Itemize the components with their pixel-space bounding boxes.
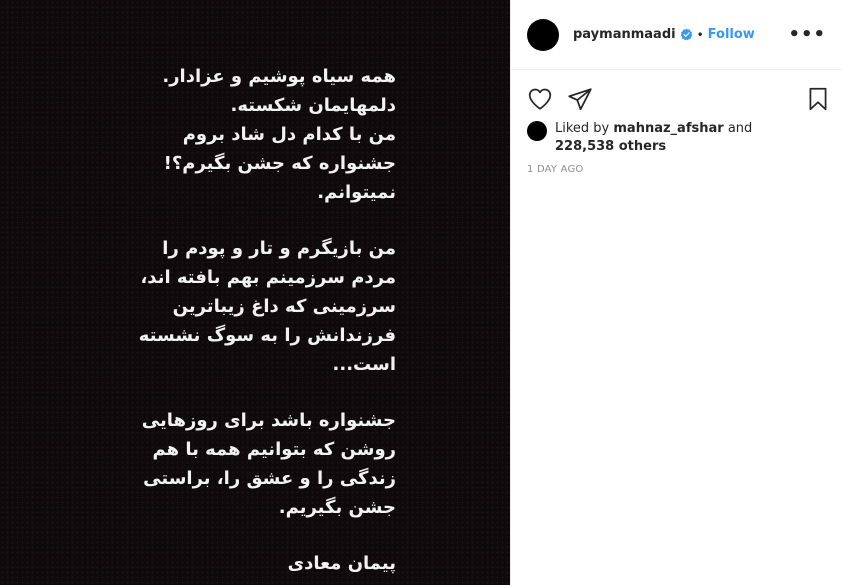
follow-button[interactable]: Follow bbox=[708, 27, 755, 42]
poem-stanza: جشنواره باشد برای روزهایی روشن که بتوانی… bbox=[126, 406, 396, 522]
poem-line: دلمهایمان شکسته. bbox=[230, 95, 396, 116]
more-options-icon[interactable]: ••• bbox=[788, 24, 826, 45]
liked-by-prefix: Liked by bbox=[555, 121, 610, 136]
liked-by-user-link[interactable]: mahnaz_afshar bbox=[613, 121, 723, 136]
poem-line: مردم سرزمینم بهم بافته اند، bbox=[140, 267, 396, 288]
liker-avatar[interactable] bbox=[527, 121, 547, 141]
instagram-post: همه سیاه پوشیم و عزادار. دلمهایمان شکسته… bbox=[0, 0, 842, 585]
verified-badge-icon bbox=[680, 28, 692, 41]
poem-line: من با کدام دل شاد بروم bbox=[182, 124, 396, 145]
likes-count-link[interactable]: 228,538 others bbox=[555, 139, 666, 154]
heart-icon[interactable] bbox=[527, 86, 553, 112]
separator-dot: • bbox=[696, 27, 704, 42]
likes-summary: Liked by mahnaz_afshar and 228,538 other… bbox=[511, 120, 842, 156]
poem-stanza: همه سیاه پوشیم و عزادار. دلمهایمان شکسته… bbox=[126, 62, 396, 207]
action-bar bbox=[511, 70, 842, 120]
post-sidebar: paymanmaadi • Follow ••• Liked by mahnaz… bbox=[510, 0, 842, 585]
poem-line: سرزمینی که داغ زیباترین bbox=[172, 296, 396, 317]
poem-line: جشن بگیریم. bbox=[278, 497, 396, 518]
poem-stanza: من بازیگرم و تار و پودم را مردم سرزمینم … bbox=[126, 234, 396, 379]
post-image[interactable]: همه سیاه پوشیم و عزادار. دلمهایمان شکسته… bbox=[0, 0, 510, 585]
poem-line: فرزندانش را به سوگ نشسته bbox=[138, 325, 396, 346]
poem-line: زندگی را و عشق را، براستی bbox=[143, 468, 396, 489]
username-link[interactable]: paymanmaadi bbox=[573, 27, 676, 42]
poem-line: روشن که بتوانیم همه با هم bbox=[152, 439, 396, 460]
poem-line: همه سیاه پوشیم و عزادار. bbox=[162, 66, 396, 87]
post-header: paymanmaadi • Follow ••• bbox=[511, 0, 842, 70]
poem-line: نمیتوانم. bbox=[317, 182, 396, 203]
poem-line: پیمان معادی bbox=[287, 553, 396, 574]
poem-text: همه سیاه پوشیم و عزادار. دلمهایمان شکسته… bbox=[126, 62, 396, 585]
liked-by-and: and bbox=[727, 121, 753, 136]
poem-line: جشنواره که جشن بگیرم؟! bbox=[163, 153, 396, 174]
paper-plane-icon[interactable] bbox=[567, 86, 593, 112]
poem-signature: پیمان معادی bbox=[126, 549, 396, 578]
poem-line: جشنواره باشد برای روزهایی bbox=[141, 410, 396, 431]
poem-line: است... bbox=[332, 354, 396, 375]
avatar[interactable] bbox=[527, 18, 559, 51]
post-timestamp[interactable]: 1 DAY AGO bbox=[511, 156, 842, 175]
likes-text: Liked by mahnaz_afshar and 228,538 other… bbox=[555, 120, 752, 156]
bookmark-icon[interactable] bbox=[805, 86, 831, 112]
poem-line: من بازیگرم و تار و پودم را bbox=[162, 238, 396, 259]
